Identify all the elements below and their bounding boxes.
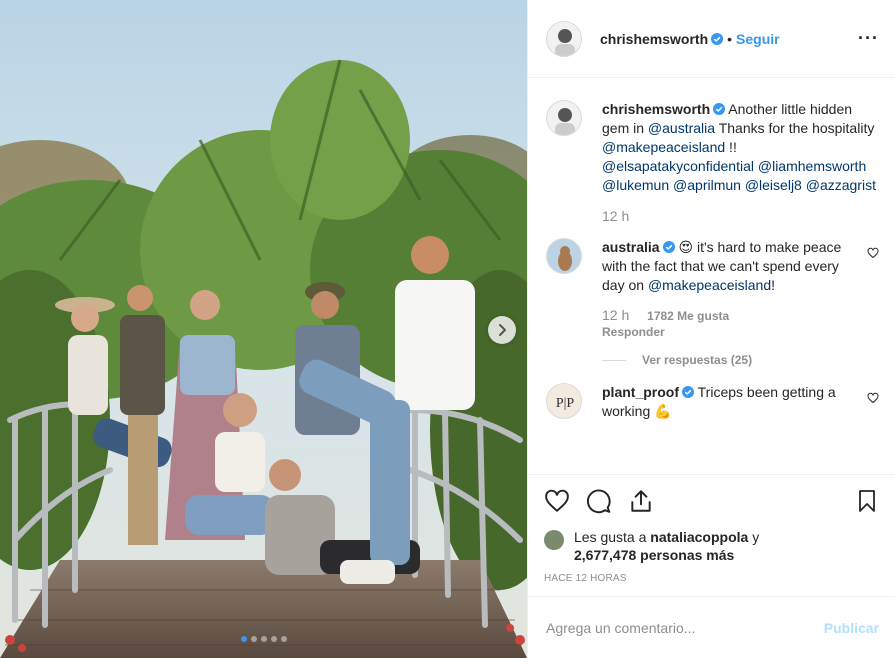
caption: chrishemsworth Another little hidden gem… (546, 100, 879, 224)
mention-link[interactable]: @aprilmun (673, 177, 741, 193)
mention-link[interactable]: @liamhemsworth (758, 158, 866, 174)
likes-summary: Les gusta a nataliacoppola y 2,677,478 p… (544, 528, 879, 564)
avatar[interactable]: P|P (546, 383, 582, 419)
comment-icon[interactable] (586, 488, 612, 514)
caption-text: chrishemsworth Another little hidden gem… (602, 100, 879, 195)
mention-link[interactable]: @makepeaceisland (602, 139, 725, 155)
verified-badge-icon (713, 103, 726, 115)
mention-link[interactable]: @makepeaceisland (648, 277, 771, 293)
divider (602, 359, 626, 361)
comment-username[interactable]: plant_proof (602, 384, 679, 400)
comment-item: P|P plant_proof Triceps been getting a w… (546, 383, 879, 421)
comment-time: 12 h (602, 307, 630, 323)
carousel-dot (260, 636, 267, 642)
comment-likes[interactable]: 1782 Me gusta (647, 309, 729, 323)
comment-like-button[interactable] (867, 383, 879, 421)
carousel-dot (240, 636, 247, 642)
avatar[interactable] (546, 100, 582, 136)
post-actions: Les gusta a nataliacoppola y 2,677,478 p… (528, 474, 895, 584)
group-photo-image (0, 0, 527, 658)
caption-time: 12 h (602, 208, 630, 224)
post-timestamp: HACE 12 HORAS (544, 573, 627, 584)
verified-badge-icon (711, 32, 724, 45)
more-options-icon[interactable]: ··· (858, 28, 879, 49)
view-replies-button[interactable]: Ver respuestas (25) (602, 353, 842, 367)
liker-avatar[interactable] (544, 530, 564, 550)
post-panel: chrishemsworth • Seguir ··· chrishemswor… (527, 0, 895, 658)
header-separator: • (727, 30, 733, 47)
heart-icon (867, 247, 879, 259)
heart-icon[interactable] (544, 488, 570, 514)
verified-badge-icon (682, 386, 694, 398)
mention-link[interactable]: @azzagrist (806, 177, 876, 193)
caption-username[interactable]: chrishemsworth (602, 101, 710, 117)
avatar[interactable] (546, 20, 582, 57)
svg-text:P|P: P|P (556, 396, 575, 411)
comment-like-button[interactable] (867, 238, 879, 367)
share-icon[interactable] (628, 488, 654, 514)
comment-text: australia 😍 it's hard to make peace with… (602, 239, 842, 293)
comment-item: australia 😍 it's hard to make peace with… (546, 238, 879, 367)
carousel-dot (270, 636, 277, 642)
carousel-indicator (0, 636, 527, 642)
post-photo[interactable] (0, 0, 527, 658)
follow-button[interactable]: Seguir (736, 31, 780, 47)
flexed-biceps-emoji: 💪 (654, 403, 672, 419)
header-username[interactable]: chrishemsworth (600, 31, 708, 47)
mention-link[interactable]: @lukemun (602, 177, 669, 193)
mention-link[interactable]: @australia (648, 120, 715, 136)
comments-list[interactable]: chrishemsworth Another little hidden gem… (528, 78, 895, 474)
verified-badge-icon (662, 241, 675, 253)
reply-button[interactable]: Responder (602, 325, 842, 339)
bookmark-icon[interactable] (855, 488, 879, 514)
next-slide-button[interactable] (488, 316, 516, 344)
carousel-dot (250, 636, 257, 642)
heart-eyes-emoji: 😍 (678, 239, 694, 255)
carousel-dot (280, 636, 287, 642)
comment-input[interactable] (546, 619, 824, 636)
liker-username[interactable]: nataliacoppola (650, 529, 748, 545)
post-header: chrishemsworth • Seguir ··· (528, 0, 895, 78)
add-comment-bar: Publicar (528, 596, 895, 658)
mention-link[interactable]: @leiselj8 (745, 177, 802, 193)
heart-icon (867, 392, 879, 404)
avatar[interactable] (546, 238, 582, 274)
mention-link[interactable]: @elsapatakyconfidential (602, 158, 754, 174)
view-replies-label: Ver respuestas (25) (642, 353, 753, 367)
chevron-right-icon (499, 324, 506, 336)
publish-button[interactable]: Publicar (824, 620, 879, 636)
comment-text: plant_proof Triceps been getting a worki… (602, 384, 836, 419)
comment-username[interactable]: australia (602, 239, 660, 255)
likes-count[interactable]: 2,677,478 personas más (574, 547, 734, 563)
